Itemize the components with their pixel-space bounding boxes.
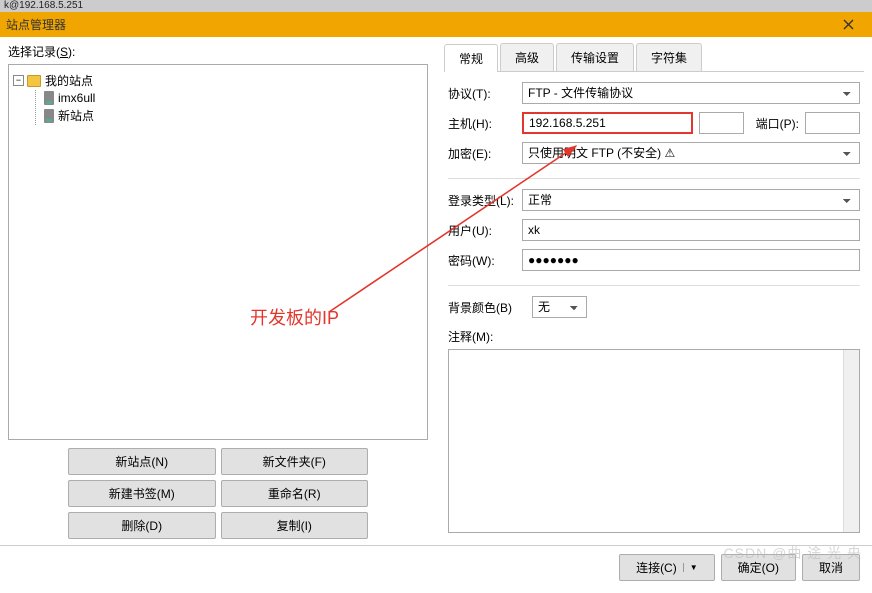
collapse-icon[interactable]: − bbox=[13, 75, 24, 86]
select-record-label: 选择记录(S): bbox=[8, 43, 428, 60]
new-site-button[interactable]: 新站点(N) bbox=[68, 448, 216, 475]
titlebar: 站点管理器 bbox=[0, 12, 872, 37]
tree-item-newsite[interactable]: 新站点 bbox=[44, 106, 423, 125]
server-icon bbox=[44, 91, 54, 105]
close-button[interactable] bbox=[830, 12, 866, 37]
tab-general[interactable]: 常规 bbox=[444, 44, 498, 72]
new-bookmark-button[interactable]: 新建书签(M) bbox=[68, 480, 216, 507]
folder-icon bbox=[27, 75, 41, 87]
port-label: 端口(P): bbox=[756, 115, 799, 132]
divider bbox=[448, 285, 860, 286]
password-label: 密码(W): bbox=[448, 252, 516, 269]
annotation-label: 开发板的IP bbox=[250, 304, 339, 330]
protocol-select[interactable]: FTP - 文件传输协议 bbox=[522, 82, 860, 104]
tree-item-imx6ull[interactable]: imx6ull bbox=[44, 90, 423, 106]
new-folder-button[interactable]: 新文件夹(F) bbox=[221, 448, 369, 475]
encryption-label: 加密(E): bbox=[448, 145, 516, 162]
divider bbox=[448, 178, 860, 179]
right-panel: 常规 高级 传输设置 字符集 协议(T): FTP - 文件传输协议 主机(H)… bbox=[436, 37, 872, 545]
tab-charset[interactable]: 字符集 bbox=[636, 43, 702, 71]
tree-item-label: 新站点 bbox=[58, 107, 94, 124]
close-icon bbox=[843, 19, 854, 30]
encryption-select[interactable]: 只使用明文 FTP (不安全) ⚠ bbox=[522, 142, 860, 164]
host-input[interactable] bbox=[522, 112, 693, 134]
password-input[interactable] bbox=[522, 249, 860, 271]
parent-window-title: k@192.168.5.251 bbox=[0, 0, 872, 12]
chevron-down-icon: ▼ bbox=[683, 563, 698, 572]
tree-root[interactable]: − 我的站点 bbox=[13, 71, 423, 90]
watermark: CSDN @曲 途 光 央 bbox=[724, 543, 862, 563]
user-input[interactable] bbox=[522, 219, 860, 241]
tree-root-label: 我的站点 bbox=[45, 72, 93, 89]
window-title: 站点管理器 bbox=[6, 16, 66, 33]
site-tree[interactable]: − 我的站点 imx6ull 新站点 bbox=[8, 64, 428, 440]
server-icon bbox=[44, 109, 54, 123]
left-panel: 选择记录(S): − 我的站点 imx6ull 新站点 新站点(N) 新文 bbox=[0, 37, 436, 545]
delete-button[interactable]: 删除(D) bbox=[68, 512, 216, 539]
tab-advanced[interactable]: 高级 bbox=[500, 43, 554, 71]
bgcolor-select[interactable]: 无 bbox=[532, 296, 587, 318]
tabs: 常规 高级 传输设置 字符集 bbox=[444, 43, 864, 72]
scrollbar[interactable] bbox=[843, 350, 859, 532]
copy-button[interactable]: 复制(I) bbox=[221, 512, 369, 539]
logon-type-label: 登录类型(L): bbox=[448, 192, 516, 209]
comment-label: 注释(M): bbox=[448, 326, 860, 345]
bgcolor-label: 背景颜色(B) bbox=[448, 299, 526, 316]
connect-button[interactable]: 连接(C) ▼ bbox=[619, 554, 715, 581]
rename-button[interactable]: 重命名(R) bbox=[221, 480, 369, 507]
user-label: 用户(U): bbox=[448, 222, 516, 239]
logon-type-select[interactable]: 正常 bbox=[522, 189, 860, 211]
host-label: 主机(H): bbox=[448, 115, 516, 132]
port-input[interactable] bbox=[805, 112, 860, 134]
tree-item-label: imx6ull bbox=[58, 91, 95, 105]
host-extra-input[interactable] bbox=[699, 112, 744, 134]
tab-transfer[interactable]: 传输设置 bbox=[556, 43, 634, 71]
protocol-label: 协议(T): bbox=[448, 85, 516, 102]
comment-textarea[interactable] bbox=[448, 349, 860, 533]
